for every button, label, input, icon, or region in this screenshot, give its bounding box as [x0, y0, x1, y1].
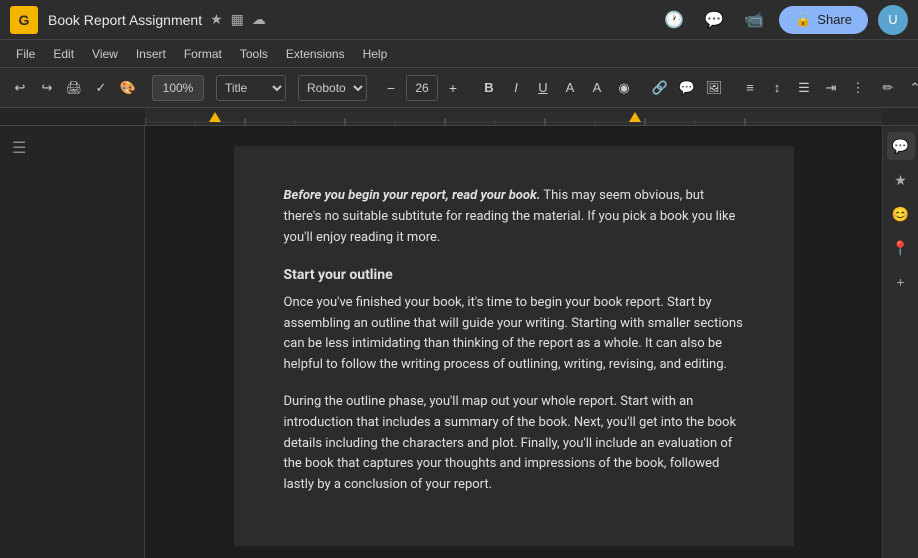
section-1-body-1: Once you've finished your book, it's tim… — [284, 293, 744, 376]
increase-font-button[interactable]: + — [441, 74, 465, 102]
font-size-input[interactable] — [406, 75, 438, 101]
underline-button[interactable]: U — [531, 74, 555, 102]
cloud-icon[interactable]: ☁ — [252, 11, 266, 28]
strikethrough-button[interactable]: A — [558, 74, 582, 102]
undo-button[interactable]: ↩ — [8, 74, 32, 102]
paint-format-button[interactable]: 🎨 — [116, 74, 140, 102]
comments-button[interactable]: 💬 — [699, 5, 729, 35]
pen-mode-button[interactable]: ✏ — [876, 74, 900, 102]
style-select[interactable]: Title Normal Heading 1 — [216, 75, 286, 101]
menu-file[interactable]: File — [8, 44, 43, 64]
menu-extensions[interactable]: Extensions — [278, 44, 353, 64]
menu-tools[interactable]: Tools — [232, 44, 276, 64]
menu-help[interactable]: Help — [355, 44, 396, 64]
menu-bar: File Edit View Insert Format Tools Exten… — [0, 40, 918, 68]
highlight-button[interactable]: ◉ — [612, 74, 636, 102]
title-bar: G Book Report Assignment ★ ▦ ☁ 🕐 💬 📹 🔒 S… — [0, 0, 918, 40]
indent-button[interactable]: ⇥ — [819, 74, 843, 102]
section-1-body-2: During the outline phase, you'll map out… — [284, 392, 744, 496]
history-button[interactable]: 🕐 — [659, 5, 689, 35]
list-button[interactable]: ☰ — [792, 74, 816, 102]
doc-icon: G — [10, 6, 38, 34]
bold-button[interactable]: B — [477, 74, 501, 102]
line-spacing-button[interactable]: ↕ — [765, 74, 789, 102]
menu-edit[interactable]: Edit — [45, 44, 82, 64]
zoom-input[interactable] — [152, 75, 204, 101]
spellcheck-button[interactable]: ✓ — [89, 74, 113, 102]
ruler-margin-left[interactable] — [209, 112, 221, 122]
ruler-margin-right[interactable] — [629, 112, 641, 122]
section-1-heading: Start your outline — [284, 264, 744, 286]
more-options-button[interactable]: ⋮ — [846, 74, 870, 102]
menu-format[interactable]: Format — [176, 44, 230, 64]
redo-button[interactable]: ↪ — [35, 74, 59, 102]
align-button[interactable]: ≡ — [738, 74, 762, 102]
document-area[interactable]: Before you begin your report, read your … — [145, 126, 882, 558]
document-page: Before you begin your report, read your … — [234, 146, 794, 546]
meet-button[interactable]: 📹 — [739, 5, 769, 35]
share-button[interactable]: 🔒 Share — [779, 6, 868, 34]
lock-icon: 🔒 — [795, 12, 811, 28]
toolbar: ↩ ↪ 🖨 ✓ 🎨 Title Normal Heading 1 Roboto … — [0, 68, 918, 108]
font-select[interactable]: Roboto Arial — [298, 75, 367, 101]
right-panel-maps-icon[interactable]: 📍 — [887, 234, 915, 262]
title-section: Book Report Assignment ★ ▦ ☁ — [48, 11, 659, 28]
document-title[interactable]: Book Report Assignment — [48, 12, 202, 28]
left-sidebar: ☰ — [0, 126, 145, 558]
section-1: Start your outline Once you've finished … — [284, 264, 744, 496]
print-button[interactable]: 🖨 — [62, 74, 86, 102]
intro-paragraph: Before you begin your report, read your … — [284, 186, 744, 248]
right-panel: 💬 ★ 😊 📍 + — [882, 126, 918, 558]
ruler — [0, 108, 918, 126]
link-button[interactable]: 🔗 — [648, 74, 672, 102]
main-area: ☰ Before you begin your report, read you… — [0, 126, 918, 558]
collapse-toolbar-button[interactable]: ⌃ — [903, 74, 918, 102]
right-panel-add-icon[interactable]: + — [887, 268, 915, 296]
menu-insert[interactable]: Insert — [128, 44, 174, 64]
font-color-button[interactable]: A — [585, 74, 609, 102]
share-label: Share — [817, 12, 852, 27]
right-panel-people-icon[interactable]: 😊 — [887, 200, 915, 228]
outline-toggle-button[interactable]: ☰ — [8, 134, 136, 162]
right-panel-chat-icon[interactable]: 💬 — [887, 132, 915, 160]
italic-button[interactable]: I — [504, 74, 528, 102]
image-button[interactable]: 🖼 — [702, 74, 726, 102]
drive-icon[interactable]: ▦ — [231, 11, 244, 28]
ruler-svg — [145, 108, 882, 126]
bold-italic-text: Before you begin your report, read your … — [284, 188, 541, 203]
star-icon[interactable]: ★ — [210, 11, 223, 28]
doc-icon-label: G — [19, 12, 30, 28]
header-right: 🕐 💬 📹 🔒 Share U — [659, 5, 908, 35]
comment-button[interactable]: 💬 — [675, 74, 699, 102]
decrease-font-button[interactable]: − — [379, 74, 403, 102]
right-panel-star-icon[interactable]: ★ — [887, 166, 915, 194]
avatar[interactable]: U — [878, 5, 908, 35]
doc-title-row: Book Report Assignment ★ ▦ ☁ — [48, 11, 659, 28]
menu-view[interactable]: View — [84, 44, 126, 64]
